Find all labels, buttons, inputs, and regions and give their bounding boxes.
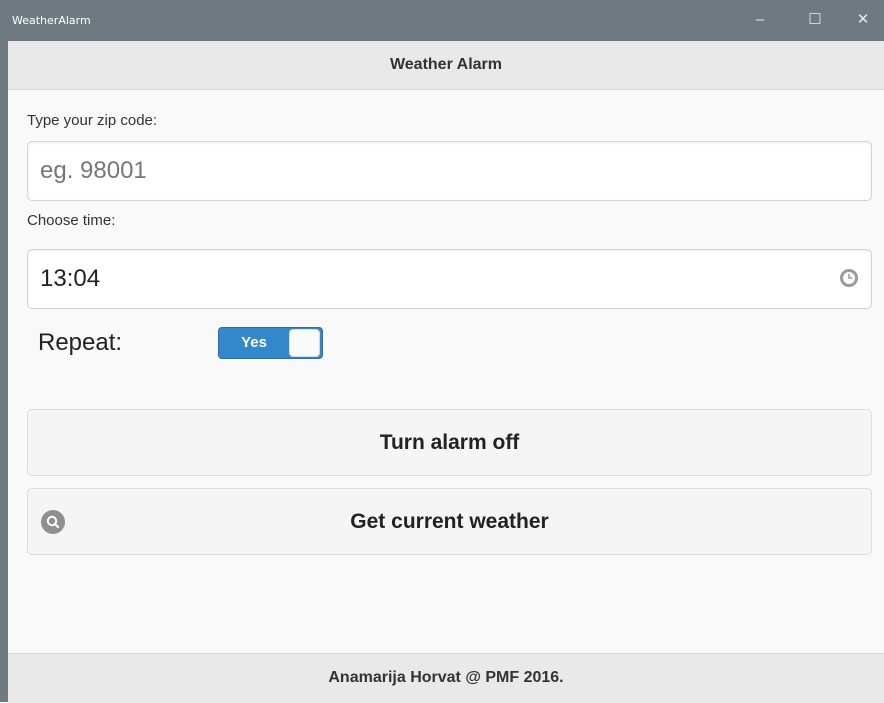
time-label: Choose time: <box>27 212 116 229</box>
time-value: 13:04 <box>40 265 101 292</box>
zip-code-placeholder: eg. 98001 <box>40 157 147 184</box>
get-current-weather-button[interactable]: Get current weather <box>27 488 872 555</box>
turn-alarm-off-button[interactable]: Turn alarm off <box>27 409 872 476</box>
turn-alarm-off-label: Turn alarm off <box>379 431 520 454</box>
search-icon <box>41 510 65 534</box>
repeat-label: Repeat: <box>38 329 123 356</box>
clock-icon[interactable] <box>839 268 859 288</box>
repeat-toggle[interactable]: Yes <box>218 327 323 359</box>
time-input[interactable]: 13:04 <box>27 249 872 309</box>
close-button[interactable]: ✕ <box>848 8 878 32</box>
repeat-toggle-label: Yes <box>241 334 267 351</box>
zip-code-input[interactable]: eg. 98001 <box>27 141 872 201</box>
page-title: Weather Alarm <box>389 56 503 73</box>
maximize-button[interactable]: ☐ <box>800 8 830 32</box>
window-title: WeatherAlarm <box>12 14 91 27</box>
page-footer: Anamarija Horvat @ PMF 2016. <box>8 653 884 703</box>
minimize-button[interactable]: – <box>745 8 775 32</box>
window-titlebar[interactable]: WeatherAlarm – ☐ ✕ <box>8 0 884 41</box>
zip-code-label: Type your zip code: <box>27 112 158 129</box>
page-header: Weather Alarm <box>8 41 884 90</box>
get-current-weather-label: Get current weather <box>350 510 549 533</box>
window-left-border <box>0 0 8 702</box>
footer-text: Anamarija Horvat @ PMF 2016. <box>328 669 564 686</box>
repeat-toggle-knob[interactable] <box>289 329 320 357</box>
